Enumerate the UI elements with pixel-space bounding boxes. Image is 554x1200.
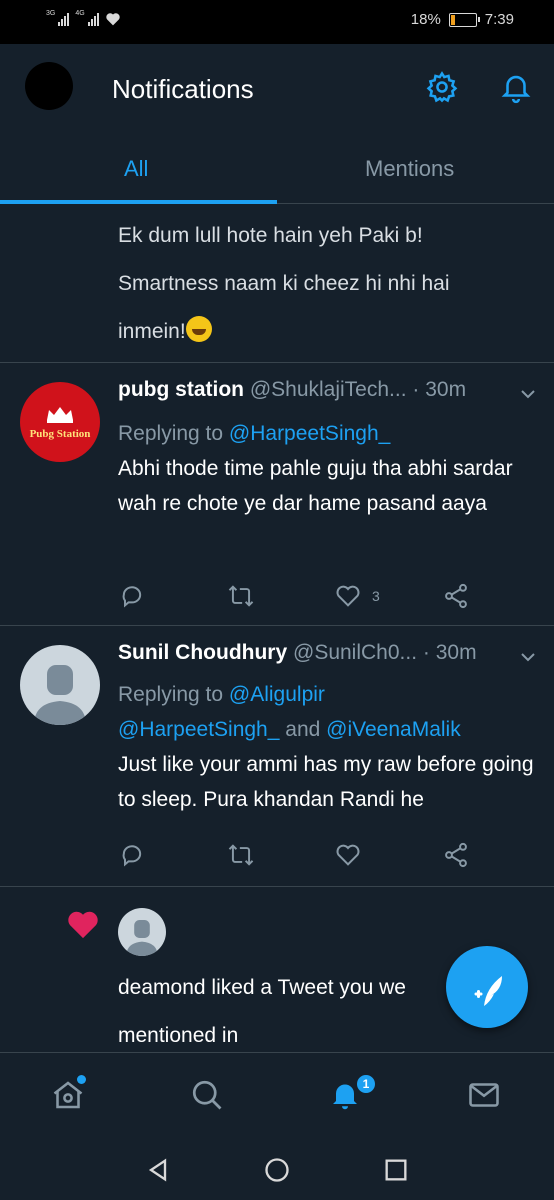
default-avatar-icon	[126, 920, 158, 956]
like-button[interactable]: 3	[334, 582, 380, 610]
mail-icon[interactable]	[466, 1077, 502, 1113]
timestamp: · 30m	[422, 641, 477, 664]
tweet-item[interactable]: Pubg Station pubg station @ShuklajiTech.…	[0, 378, 554, 623]
retweet-button[interactable]	[226, 841, 256, 869]
mention-link[interactable]: @iVeenaMalik	[326, 718, 461, 741]
share-icon	[445, 583, 467, 609]
mention-link[interactable]: @HarpeetSingh_	[118, 718, 279, 741]
chevron-down-icon[interactable]	[518, 384, 538, 404]
tweet-text: Abhi thode time pahle guju tha abhi sard…	[118, 457, 513, 515]
partial-tweet-line: Ek dum lull hote hain yeh Paki b!	[118, 224, 423, 247]
top-app-bar: Notifications	[0, 44, 554, 136]
profile-avatar[interactable]	[25, 62, 73, 110]
bottom-navigation: 1	[0, 1052, 554, 1140]
notifications-count-badge: 1	[355, 1073, 377, 1095]
divider	[0, 886, 554, 887]
notification-text: deamond liked a Tweet you we mentioned i…	[118, 964, 458, 1060]
like-count: 3	[372, 588, 380, 604]
network-type-2: 4G	[75, 10, 85, 17]
recents-icon[interactable]	[382, 1156, 410, 1184]
reply-icon	[122, 586, 142, 608]
tweet-item[interactable]: Sunil Choudhury @SunilCh0... · 30m Reply…	[0, 641, 554, 886]
avatar-label: Pubg Station	[29, 428, 91, 440]
like-button[interactable]	[334, 841, 372, 869]
compose-tweet-button[interactable]	[446, 946, 528, 1028]
avatar[interactable]	[118, 908, 166, 956]
bell-icon[interactable]	[499, 70, 533, 104]
chevron-down-icon[interactable]	[518, 647, 538, 667]
divider	[0, 625, 554, 626]
retweet-icon	[228, 585, 254, 607]
handle[interactable]: @SunilCh0...	[293, 641, 417, 664]
page-title: Notifications	[112, 74, 254, 104]
retweet-icon	[228, 844, 254, 866]
search-icon[interactable]	[189, 1077, 225, 1113]
system-navigation-bar	[0, 1140, 554, 1200]
back-icon[interactable]	[144, 1156, 172, 1184]
partial-tweet-line: Smartness naam ki cheez hi nhi hai	[118, 272, 450, 295]
tab-mentions[interactable]: Mentions	[365, 156, 454, 182]
heart-status-icon	[105, 13, 120, 26]
home-new-dot	[77, 1075, 86, 1084]
filled-heart-icon	[68, 911, 98, 939]
timestamp: · 30m	[412, 378, 467, 401]
reply-button[interactable]	[118, 582, 146, 610]
tweet-body: Replying to @HarpeetSingh_ Abhi thode ti…	[118, 416, 538, 521]
notification-tabs: All Mentions	[0, 136, 554, 204]
share-button[interactable]	[442, 582, 470, 610]
avatar[interactable]: Pubg Station	[20, 382, 100, 462]
network-type-1: 3G	[46, 10, 56, 17]
heart-icon	[336, 585, 360, 607]
default-avatar-icon	[34, 665, 86, 725]
share-icon	[445, 842, 467, 868]
display-name[interactable]: Sunil Choudhury	[118, 641, 287, 664]
notification-line: deamond liked a Tweet you we	[118, 976, 406, 999]
laughing-emoji-icon	[185, 316, 212, 342]
handle[interactable]: @ShuklajiTech...	[250, 378, 407, 401]
tweet-body: Replying to @Aligulpir @HarpeetSingh_ an…	[118, 677, 538, 817]
partial-tweet-text[interactable]: Ek dum lull hote hain yeh Paki b! Smartn…	[118, 212, 538, 356]
replying-joiner: and	[285, 718, 321, 741]
mention-link[interactable]: @Aligulpir	[229, 683, 325, 706]
tweet-text: Just like your ammi has my raw before go…	[118, 753, 534, 811]
feather-compose-icon	[474, 976, 502, 1006]
clock: 7:39	[484, 11, 514, 28]
reply-button[interactable]	[118, 841, 146, 869]
display-name[interactable]: pubg station	[118, 378, 244, 401]
reply-icon	[122, 845, 142, 867]
divider	[0, 362, 554, 363]
share-button[interactable]	[442, 841, 470, 869]
tweet-header: pubg station @ShuklajiTech... · 30m	[118, 378, 518, 402]
active-tab-indicator	[0, 200, 277, 204]
partial-tweet-line: inmein!	[118, 320, 186, 343]
tweet-actions: 3	[118, 582, 498, 612]
battery-percent: 18%	[410, 11, 441, 28]
gear-icon[interactable]	[425, 70, 459, 104]
crown-icon	[47, 407, 73, 423]
heart-icon	[336, 844, 360, 866]
replying-label: Replying to	[118, 683, 224, 706]
mention-link[interactable]: @HarpeetSingh_	[229, 422, 390, 445]
replying-label: Replying to	[118, 422, 224, 445]
status-bar: 3G 4G 18% 7:39	[0, 0, 554, 44]
tweet-header: Sunil Choudhury @SunilCh0... · 30m	[118, 641, 518, 665]
avatar[interactable]	[20, 645, 100, 725]
battery-icon	[448, 12, 480, 27]
tab-all[interactable]: All	[124, 156, 148, 182]
retweet-button[interactable]	[226, 582, 256, 610]
tweet-actions	[118, 841, 498, 871]
signal-3g-icon: 3G	[46, 10, 70, 26]
signal-4g-icon: 4G	[75, 10, 99, 26]
home-circle-icon[interactable]	[263, 1156, 291, 1184]
